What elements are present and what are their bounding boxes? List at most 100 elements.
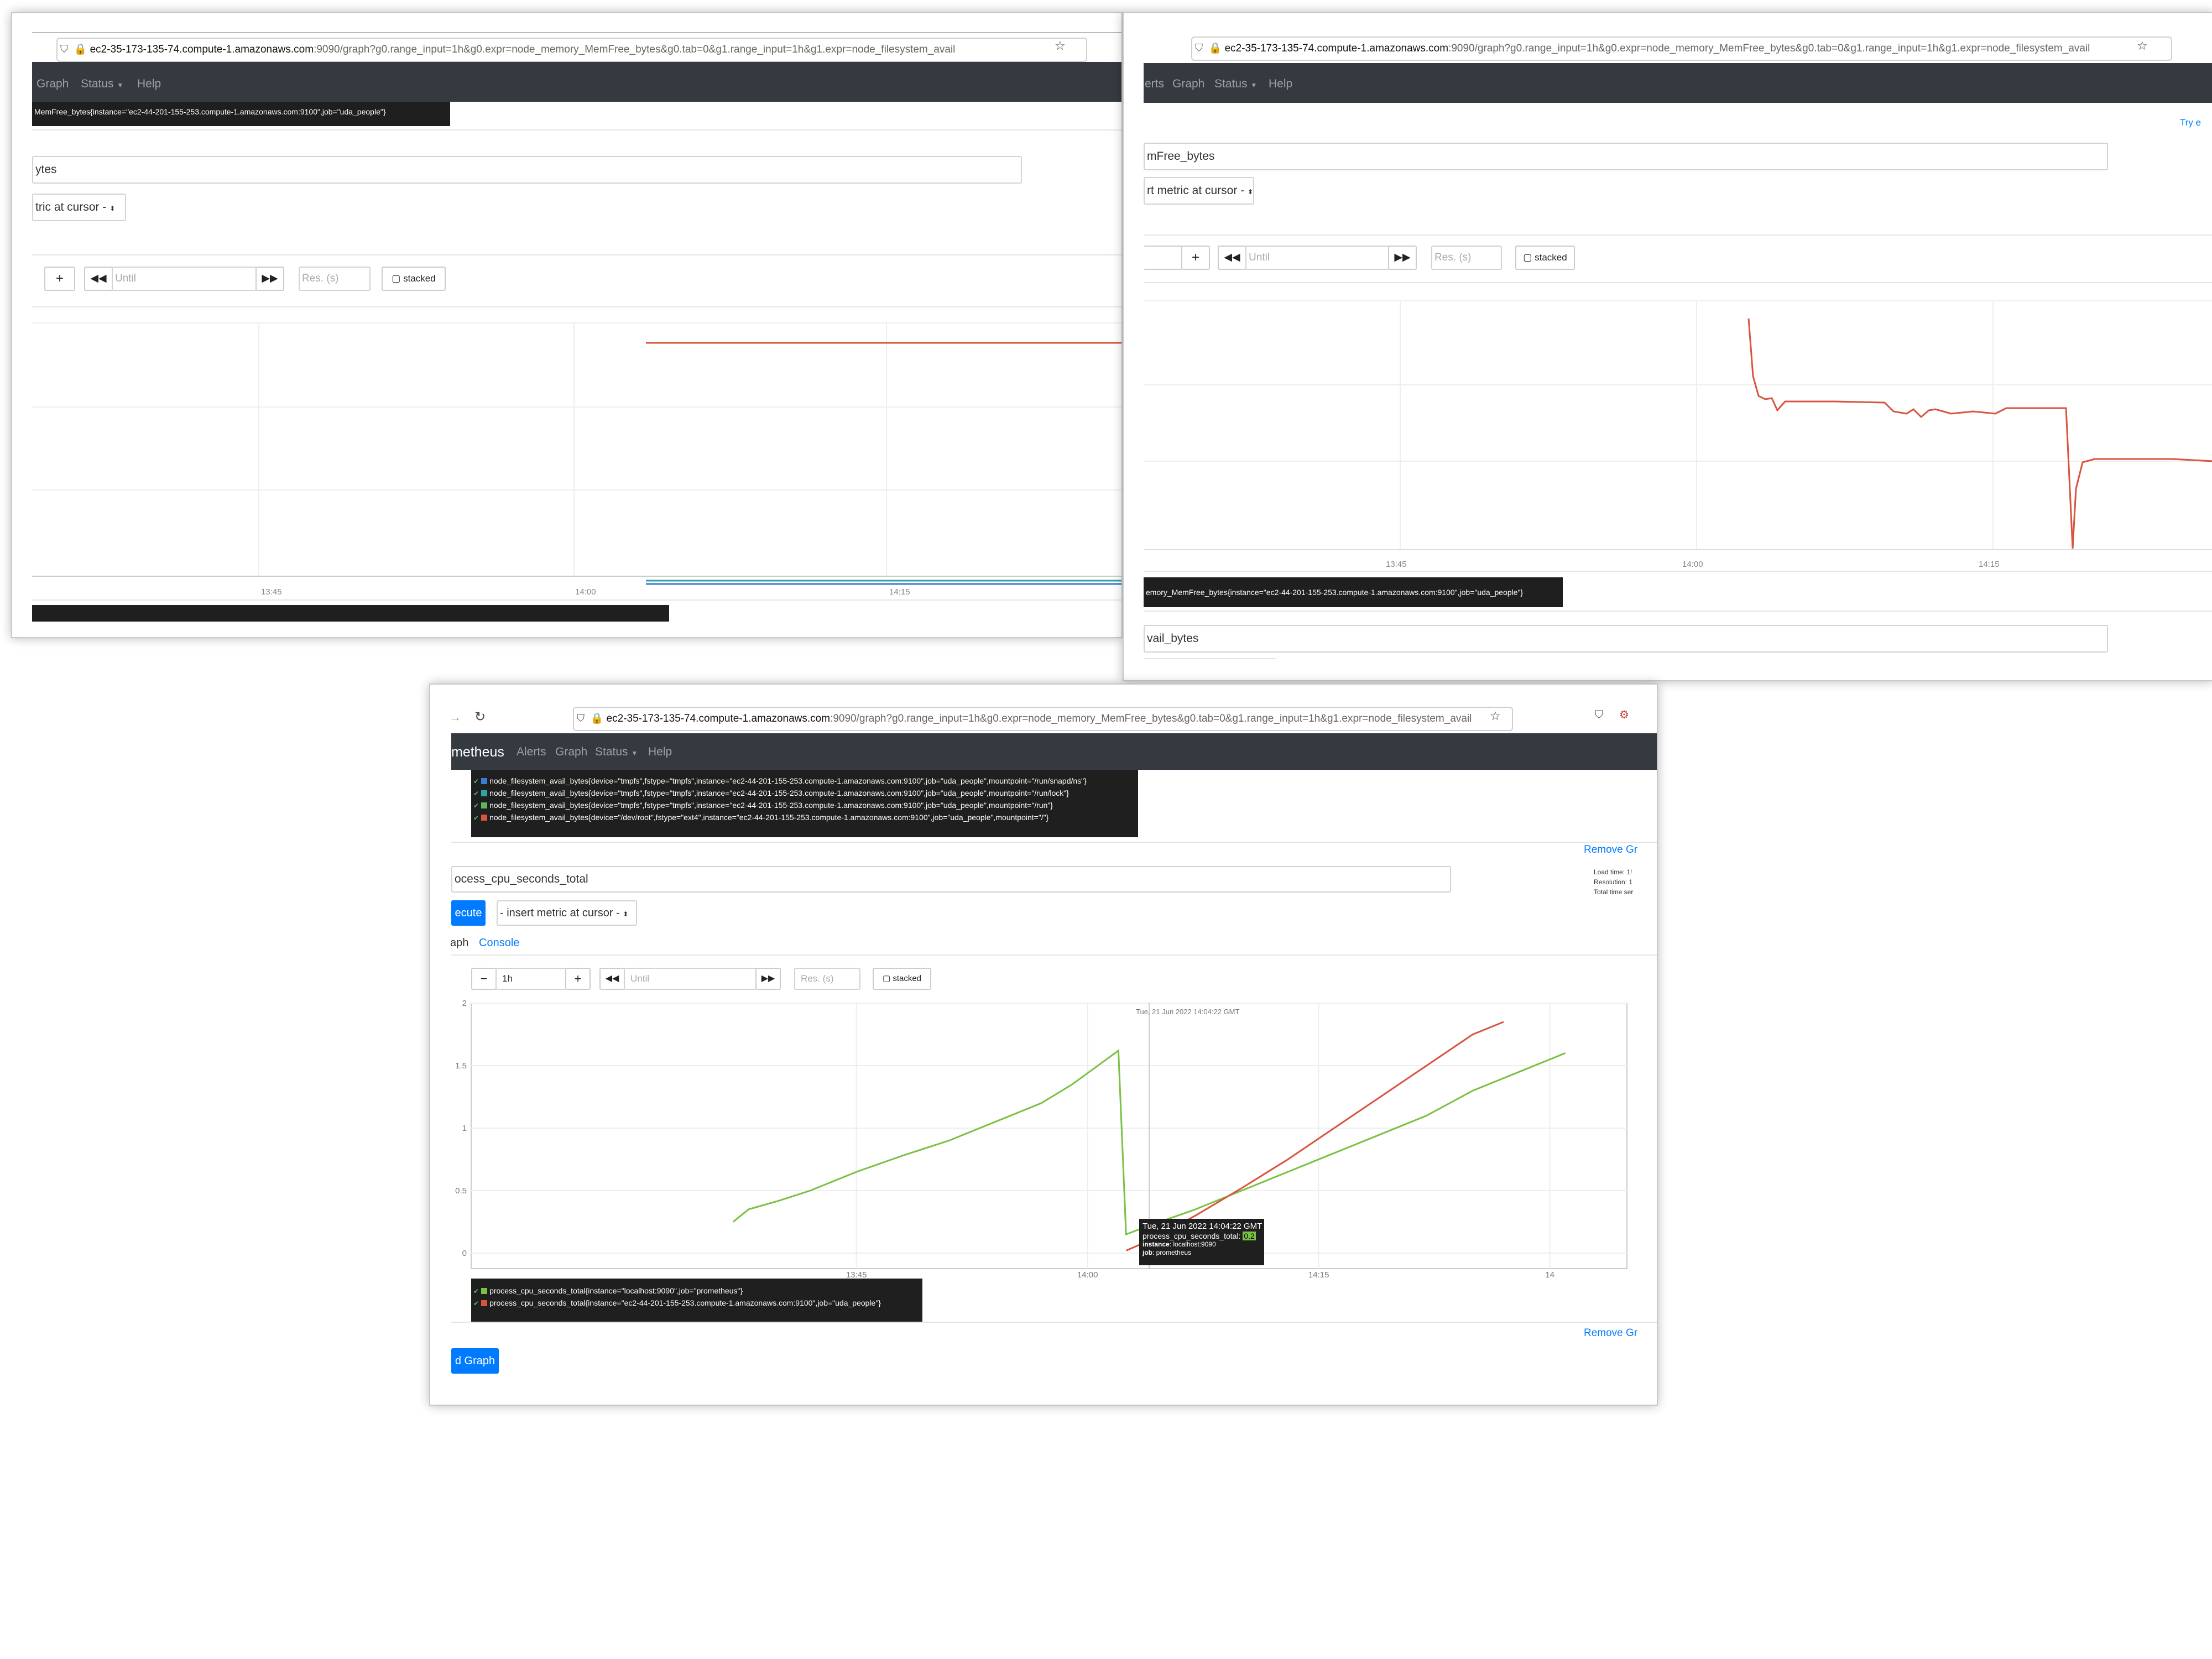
stacked-label: stacked	[893, 974, 922, 983]
rewind-icon: ◀◀	[1224, 252, 1240, 263]
hover-tooltip-value: 0.2	[1243, 1232, 1256, 1240]
range-input-partial[interactable]	[1144, 246, 1182, 270]
nav-status-label: Status	[81, 77, 114, 90]
series-line-1[interactable]	[1125, 1021, 1504, 1251]
tab-console[interactable]: Console	[479, 937, 519, 950]
forward-icon: ▶▶	[1394, 252, 1411, 263]
insert-metric-select[interactable]: tric at cursor - ⬍	[32, 194, 126, 221]
rewind-button[interactable]: ◀◀	[599, 968, 625, 990]
rewind-icon: ◀◀	[90, 273, 107, 284]
add-graph-button[interactable]: d Graph	[451, 1348, 499, 1374]
expression-input[interactable]: ocess_cpu_seconds_total	[451, 866, 1451, 893]
legend-item[interactable]: ✔ node_filesystem_avail_bytes{device="tmp…	[473, 801, 1053, 810]
memfree-series-line	[1747, 318, 2212, 549]
address-bar[interactable]: ⛉ 🔒 ec2-35-173-135-74.compute-1.amazonaw…	[573, 707, 1513, 731]
address-bar[interactable]: ⛉ 🔒 ec2-35-173-135-74.compute-1.amazonaw…	[1191, 36, 2172, 61]
x-tick-label: 13:45	[1386, 560, 1407, 569]
bookmark-star-icon[interactable]: ☆	[2137, 39, 2148, 53]
forward-icon: ▶▶	[761, 974, 775, 983]
series-swatch	[481, 815, 488, 821]
resolution-placeholder: Res. (s)	[801, 973, 834, 984]
rewind-button[interactable]: ◀◀	[84, 267, 113, 291]
nav-status[interactable]: Status ▼	[595, 745, 638, 760]
reload-icon[interactable]: ↻	[474, 709, 486, 725]
screenshot-memfree-graph: ⛉ 🔒 ec2-35-173-135-74.compute-1.amazonaw…	[11, 12, 1123, 638]
until-input[interactable]: Until	[112, 267, 257, 291]
insert-metric-select[interactable]: rt metric at cursor - ⬍	[1144, 177, 1254, 205]
legend-label: node_filesystem_avail_bytes{device="tmpf…	[489, 789, 1069, 797]
url-rest: :9090/graph?g0.range_input=1h&g0.expr=no…	[830, 713, 1472, 724]
y-tick-label: 0	[462, 1249, 467, 1258]
select-arrows-icon: ⬍	[1248, 188, 1254, 196]
forward-icon: ▶▶	[262, 273, 278, 284]
nav-graph[interactable]: Graph	[1172, 77, 1204, 91]
resolution-input[interactable]: Res. (s)	[794, 968, 860, 990]
nav-status[interactable]: Status ▼	[1214, 77, 1257, 92]
legend-item[interactable]: ✔ process_cpu_seconds_total{instance="ec2…	[473, 1298, 881, 1307]
rewind-button[interactable]: ◀◀	[1218, 246, 1246, 270]
expression-input-2[interactable]: vail_bytes	[1144, 625, 2108, 653]
expression-text: ytes	[35, 163, 57, 176]
legend-item[interactable]: ✔ process_cpu_seconds_total{instance="loc…	[473, 1286, 743, 1295]
bookmark-star-icon[interactable]: ☆	[1055, 39, 1066, 53]
hover-time-label: Tue, 21 Jun 2022 14:04:22 GMT	[1136, 1008, 1240, 1016]
legend-item[interactable]: ✔ node_filesystem_avail_bytes{device="tmp…	[473, 789, 1069, 797]
legend-label: node_filesystem_avail_bytes{device="tmpf…	[489, 801, 1053, 810]
range-minus-button[interactable]: −	[471, 968, 497, 990]
remove-graph-link[interactable]: Remove Gr	[1584, 844, 1637, 856]
select-arrows-icon: ⬍	[623, 910, 629, 918]
caret-down-icon: ▼	[117, 81, 124, 89]
legend-item[interactable]: ✔ node_filesystem_avail_bytes{device="tmp…	[473, 776, 1087, 785]
remove-graph-link[interactable]: Remove Gr	[1584, 1327, 1637, 1339]
stacked-toggle[interactable]: ▢ stacked	[382, 267, 446, 291]
resolution-input[interactable]: Res. (s)	[1431, 246, 1502, 270]
until-input[interactable]: Until	[1245, 246, 1389, 270]
resolution-input[interactable]: Res. (s)	[299, 267, 371, 291]
nav-alerts[interactable]: Alerts	[517, 745, 546, 759]
hover-tooltip-instance-label: instance	[1142, 1240, 1170, 1248]
legend-label: process_cpu_seconds_total{instance="ec2-…	[489, 1298, 881, 1307]
stacked-toggle[interactable]: ▢ stacked	[1515, 246, 1575, 270]
range-plus-button[interactable]: +	[565, 968, 591, 990]
nav-graph[interactable]: Graph	[555, 745, 587, 759]
divider	[1144, 282, 2212, 283]
divider	[451, 1322, 1657, 1323]
divider	[32, 254, 1121, 255]
extension-icon[interactable]: ⚙	[1619, 708, 1629, 722]
y-tick-label: 0.5	[455, 1186, 467, 1196]
forward-nav-icon[interactable]: →	[449, 710, 461, 724]
insert-metric-select[interactable]: - insert metric at cursor - ⬍	[497, 900, 637, 926]
rewind-icon: ◀◀	[605, 974, 619, 983]
nav-help[interactable]: Help	[1269, 77, 1292, 91]
range-plus-button[interactable]: +	[1181, 246, 1210, 270]
nav-graph[interactable]: Graph	[36, 77, 69, 91]
forward-button[interactable]: ▶▶	[755, 968, 781, 990]
divider	[451, 842, 1657, 843]
expression-input[interactable]: mFree_bytes	[1144, 143, 2108, 170]
range-plus-button[interactable]: +	[44, 267, 75, 291]
try-link[interactable]: Try e	[2180, 117, 2201, 128]
bookmark-star-icon[interactable]: ☆	[1490, 709, 1501, 723]
stacked-toggle[interactable]: ▢ stacked	[873, 968, 931, 990]
legend-item[interactable]: ✔ node_filesystem_avail_bytes{device="/de…	[473, 813, 1048, 822]
nav-help[interactable]: Help	[137, 77, 161, 91]
nav-alerts[interactable]: erts	[1145, 77, 1164, 91]
range-input[interactable]: 1h	[495, 968, 566, 990]
hover-tooltip-job-value: : prometheus	[1152, 1249, 1192, 1256]
address-bar[interactable]: ⛉ 🔒 ec2-35-173-135-74.compute-1.amazonaw…	[56, 38, 1087, 62]
nav-help[interactable]: Help	[648, 745, 672, 759]
forward-button[interactable]: ▶▶	[255, 267, 284, 291]
execute-button[interactable]: ecute	[451, 900, 486, 926]
tab-graph[interactable]: aph	[450, 937, 468, 950]
browser-toolbar	[32, 32, 1121, 33]
forward-button[interactable]: ▶▶	[1388, 246, 1417, 270]
expression-input[interactable]: ytes	[32, 156, 1022, 184]
prometheus-brand[interactable]: metheus	[451, 744, 504, 760]
until-input[interactable]: Until	[624, 968, 757, 990]
url-rest: :9090/graph?g0.range_input=1h&g0.expr=no…	[314, 44, 956, 55]
graph-1-canvas	[32, 322, 1121, 585]
nav-status[interactable]: Status ▼	[81, 77, 123, 92]
pocket-icon[interactable]: ⛉	[1595, 709, 1603, 722]
hover-tooltip-instance-value: : localhost:9090	[1169, 1240, 1216, 1248]
screenshot-cpu-graph: → ↻ ⛉ 🔒 ec2-35-173-135-74.compute-1.amaz…	[429, 684, 1658, 1406]
